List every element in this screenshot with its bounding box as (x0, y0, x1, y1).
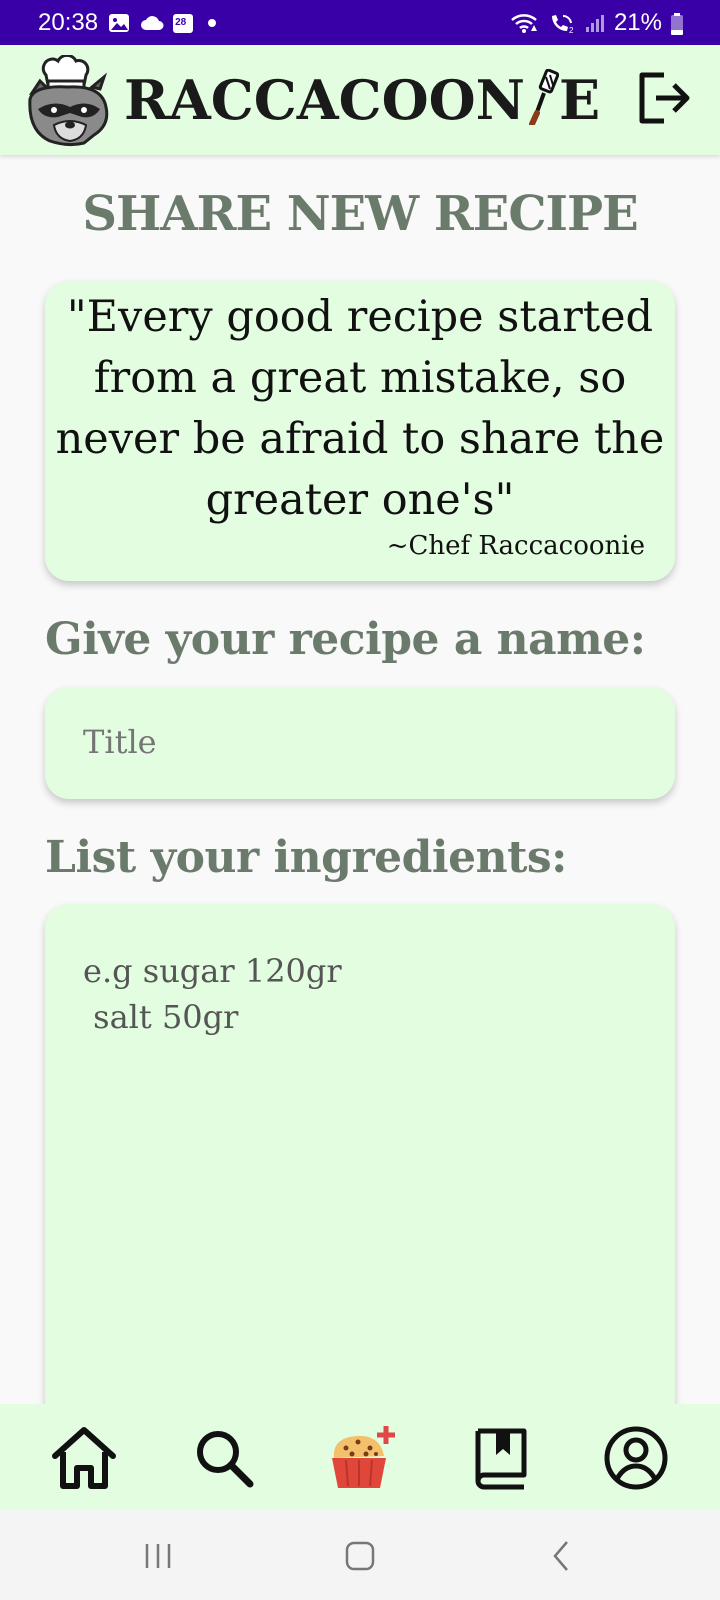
calendar-icon: 28 (172, 12, 194, 34)
recipe-name-label: Give your recipe a name: (45, 614, 646, 665)
ingredients-input[interactable]: e.g sugar 120gr salt 50gr (45, 904, 675, 1424)
cloud-icon (140, 12, 164, 34)
quote-author: ~Chef Raccacoonie (386, 531, 645, 561)
nav-saved-recipes[interactable] (464, 1422, 536, 1494)
calendar-day: 28 (175, 17, 187, 28)
title-input-container[interactable] (45, 687, 675, 799)
spatula-icon (525, 68, 560, 127)
add-recipe-icon (332, 1426, 395, 1488)
app-header: RACCACOON E (0, 45, 720, 155)
gallery-icon (108, 12, 130, 34)
app-name-part2: E (559, 68, 601, 132)
signal-icon (584, 12, 606, 34)
battery-icon (670, 12, 684, 35)
status-bar: 20:38 28 2 21% (0, 0, 720, 45)
dot-icon (208, 19, 217, 27)
recent-apps-button[interactable] (128, 1534, 188, 1578)
status-right: 2 21% (510, 9, 684, 37)
raccoon-chef-logo-icon (24, 53, 114, 147)
nav-home[interactable] (48, 1422, 120, 1494)
app-name-part1: RACCACOON (124, 68, 526, 132)
ingredients-label: List your ingredients: (45, 832, 567, 883)
quote-card: "Every good recipe started from a great … (45, 281, 675, 581)
title-input[interactable] (83, 723, 643, 761)
back-button[interactable] (532, 1534, 592, 1578)
svg-text:2: 2 (569, 26, 574, 34)
status-left: 20:38 28 (38, 9, 217, 37)
saved-recipes-icon (475, 1428, 527, 1490)
quote-text: "Every good recipe started from a great … (55, 292, 665, 525)
battery-percent: 21% (613, 9, 662, 36)
back-chevron-icon (553, 1541, 568, 1571)
nav-search[interactable] (188, 1422, 260, 1494)
nav-profile[interactable] (600, 1422, 672, 1494)
system-nav-bar (0, 1510, 720, 1600)
nav-add-recipe[interactable] (326, 1422, 398, 1494)
logout-button[interactable] (636, 69, 694, 127)
home-button[interactable] (330, 1534, 390, 1578)
status-time: 20:38 (38, 9, 99, 36)
home-icon (52, 1427, 116, 1489)
ingredients-placeholder: e.g sugar 120gr salt 50gr (83, 952, 342, 1036)
page-title: SHARE NEW RECIPE (82, 186, 638, 242)
wifi-calling-icon: 2 (548, 12, 576, 35)
app-logo-text: RACCACOON E (124, 68, 601, 132)
recent-apps-icon (145, 1544, 171, 1568)
bottom-nav (0, 1404, 720, 1510)
wifi-icon (510, 12, 540, 34)
logout-icon (639, 72, 690, 124)
search-icon (197, 1431, 254, 1488)
home-square-icon (345, 1541, 375, 1571)
profile-icon (604, 1426, 668, 1490)
